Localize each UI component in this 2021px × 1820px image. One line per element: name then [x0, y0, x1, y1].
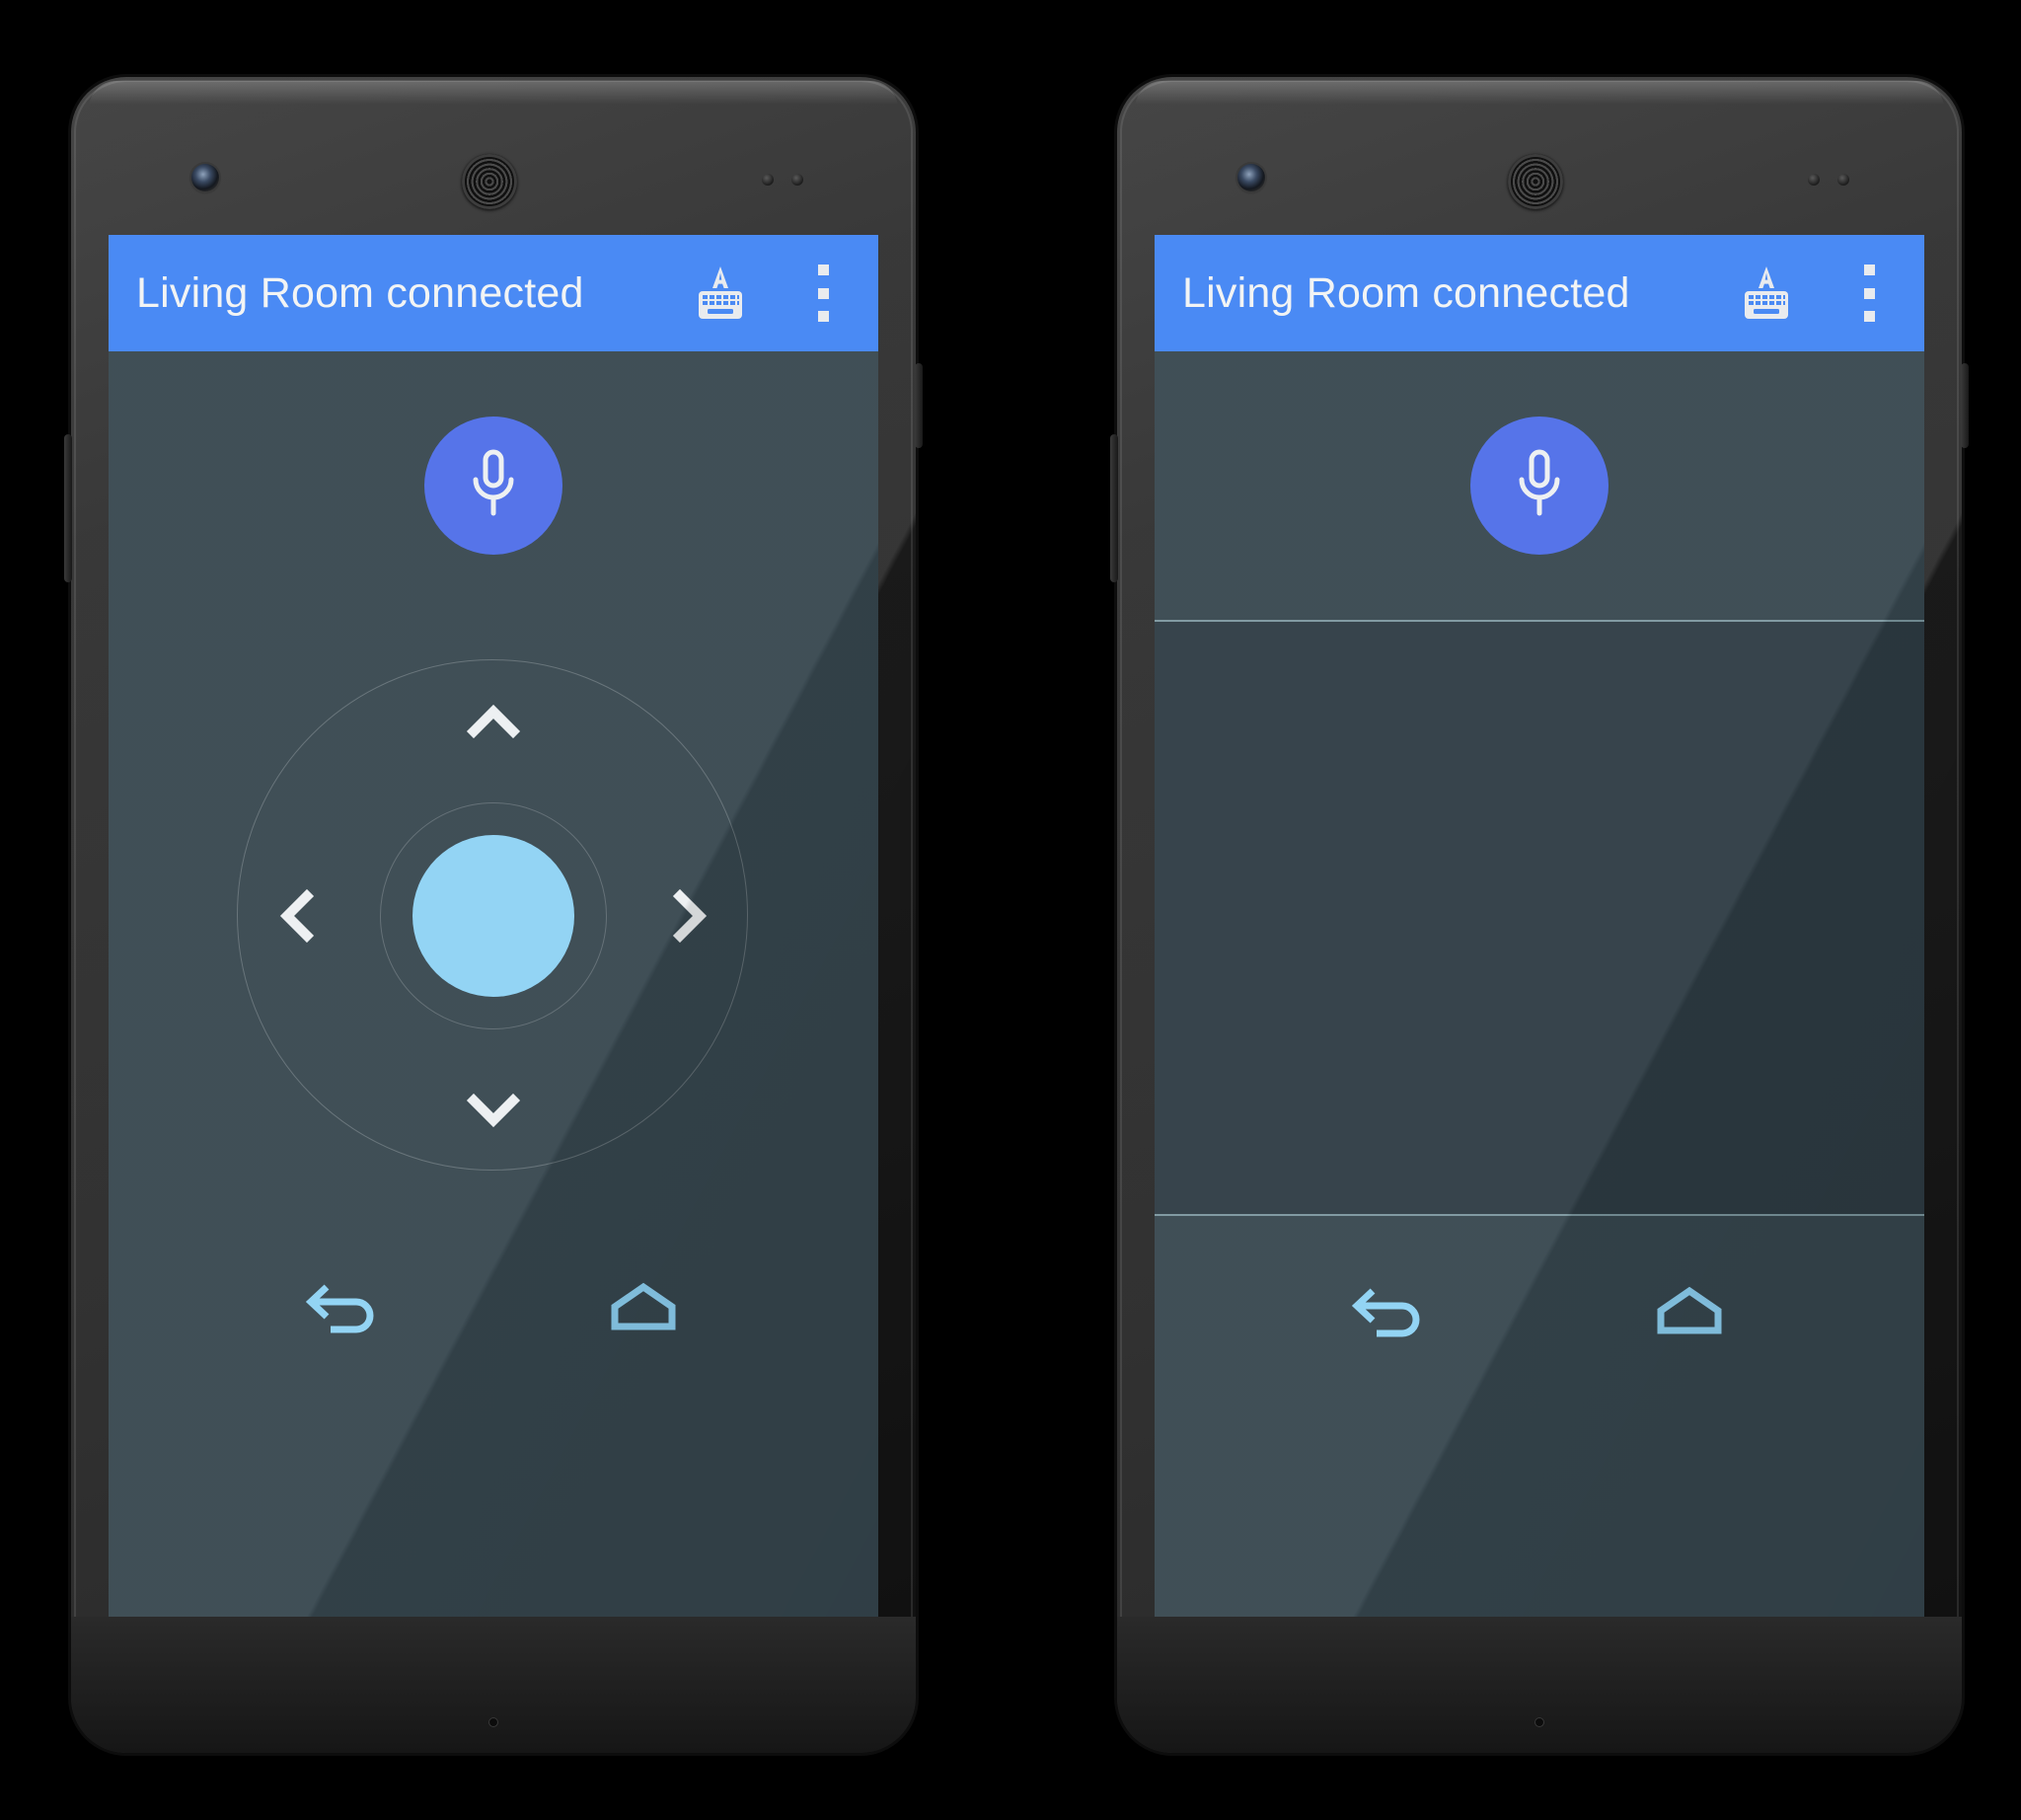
voice-search-zone	[109, 351, 878, 620]
dpad-select-button[interactable]	[412, 835, 574, 997]
dpad-down-button[interactable]	[458, 1074, 529, 1145]
dpad-left-button[interactable]	[262, 880, 334, 951]
front-camera-icon	[191, 164, 219, 191]
proximity-sensor-icon	[762, 174, 813, 188]
phone-bottom-bezel	[71, 1617, 916, 1753]
chevron-left-icon	[279, 888, 315, 944]
nav-panel	[1155, 1216, 1924, 1403]
nav-zone	[109, 1212, 878, 1400]
home-icon	[611, 1282, 676, 1330]
app-bar: Living Room connected	[109, 235, 878, 351]
chevron-up-icon	[466, 704, 521, 739]
phone-bottom-bezel	[1117, 1617, 1962, 1753]
nav-zone	[1155, 1216, 1924, 1403]
keyboard-icon	[1745, 266, 1788, 319]
dpad-right-button[interactable]	[653, 880, 724, 951]
remote-body	[109, 351, 878, 1617]
volume-button[interactable]	[1110, 434, 1118, 582]
phone-top-bevel	[89, 81, 898, 109]
overflow-button[interactable]	[1818, 242, 1920, 344]
phone-screen-left: Living Room connected	[109, 235, 878, 1617]
keyboard-button[interactable]	[1715, 242, 1818, 344]
power-button[interactable]	[915, 363, 923, 448]
screenshot-canvas: Living Room connected Living Room connec…	[0, 0, 2021, 1820]
phone-screen-right: Living Room connected	[1155, 235, 1924, 1617]
app-bar-title: Living Room connected	[136, 268, 584, 317]
microphone-icon	[473, 449, 514, 516]
app-bar: Living Room connected	[1155, 235, 1924, 351]
dpad-up-button[interactable]	[458, 687, 529, 758]
back-arrow-icon	[305, 1284, 374, 1333]
proximity-sensor-icon	[1808, 174, 1859, 188]
back-button[interactable]	[1315, 1255, 1463, 1364]
overflow-menu-icon	[1845, 265, 1893, 322]
app-bar-title: Living Room connected	[1182, 268, 1630, 317]
back-button[interactable]	[269, 1251, 417, 1360]
keyboard-button[interactable]	[669, 242, 772, 344]
overflow-button[interactable]	[772, 242, 874, 344]
bottom-spacer	[109, 1400, 878, 1401]
chevron-down-icon	[466, 1093, 521, 1128]
phone-top-bevel	[1135, 81, 1944, 109]
earpiece-speaker-icon	[462, 154, 517, 209]
bottom-microphone-icon	[488, 1717, 498, 1727]
earpiece-speaker-icon	[1508, 154, 1563, 209]
dpad-zone	[109, 620, 878, 1212]
home-icon	[1657, 1286, 1722, 1334]
overflow-menu-icon	[799, 265, 847, 322]
remote-body	[1155, 351, 1924, 1617]
home-button[interactable]	[1615, 1255, 1763, 1364]
back-arrow-icon	[1351, 1288, 1420, 1337]
touchpad-area[interactable]	[1155, 620, 1924, 1216]
voice-search-zone	[1155, 351, 1924, 620]
microphone-icon	[1519, 449, 1560, 516]
front-camera-icon	[1237, 164, 1265, 191]
voice-search-button[interactable]	[1470, 417, 1609, 555]
volume-button[interactable]	[64, 434, 72, 582]
chevron-right-icon	[672, 888, 708, 944]
voice-search-button[interactable]	[424, 417, 562, 555]
phone-device-right: Living Room connected	[1110, 77, 1969, 1753]
bottom-microphone-icon	[1534, 1717, 1544, 1727]
home-button[interactable]	[569, 1251, 717, 1360]
power-button[interactable]	[1961, 363, 1969, 448]
keyboard-icon	[699, 266, 742, 319]
phone-device-left: Living Room connected	[64, 77, 923, 1753]
dpad	[237, 659, 750, 1173]
